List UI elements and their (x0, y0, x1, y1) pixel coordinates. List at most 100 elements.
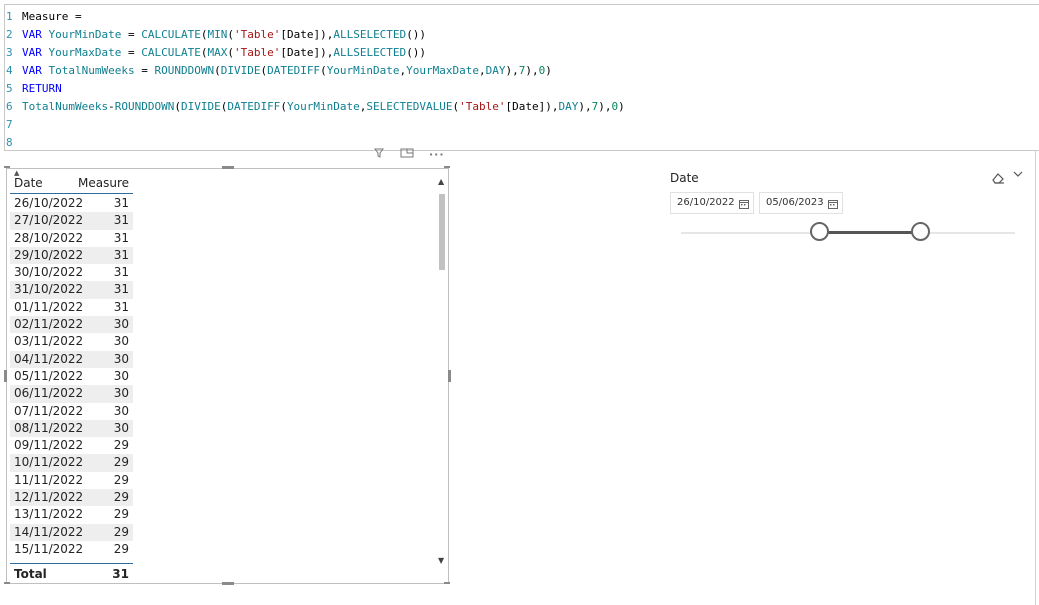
code-text: RETURN (22, 82, 62, 95)
cell-measure: 31 (113, 282, 129, 297)
table-row[interactable]: 30/10/2022 31 (10, 264, 133, 281)
canvas-divider (1035, 150, 1036, 605)
code-line[interactable]: 8 (5, 134, 22, 152)
cell-date: 28/10/2022 (14, 230, 84, 245)
slicer-title: Date (670, 171, 699, 185)
code-line[interactable]: 7 (5, 116, 22, 134)
cell-date: 09/11/2022 (14, 438, 84, 453)
cell-date: 31/10/2022 (14, 282, 84, 297)
scroll-down-icon[interactable]: ▼ (438, 556, 444, 565)
date-range-slider-selection (820, 231, 921, 234)
line-number: 5 (6, 82, 13, 95)
line-number: 2 (6, 28, 13, 41)
cell-measure: 31 (113, 196, 129, 210)
cell-date: 01/11/2022 (14, 299, 84, 314)
total-value: 31 (112, 567, 129, 581)
cell-date: 08/11/2022 (14, 420, 84, 435)
filter-icon[interactable] (374, 148, 384, 161)
cell-measure: 30 (113, 403, 129, 418)
cell-date: 06/11/2022 (14, 386, 84, 401)
cell-measure: 30 (113, 351, 129, 366)
cell-date: 27/10/2022 (14, 213, 84, 228)
end-date-field[interactable]: 05/06/2023 (759, 192, 843, 214)
slider-start-handle[interactable] (810, 222, 829, 241)
cell-measure: 30 (113, 317, 129, 332)
cell-date: 03/11/2022 (14, 334, 84, 349)
cell-date: 02/11/2022 (14, 317, 84, 332)
resize-handle-corner-tr[interactable] (444, 166, 450, 168)
table-row[interactable]: 08/11/2022 30 (10, 419, 133, 438)
code-line[interactable]: 3 VAR YourMaxDate = CALCULATE(MAX('Table'… (5, 44, 426, 62)
calendar-icon[interactable] (739, 197, 749, 209)
code-text: TotalNumWeeks-ROUNDDOWN(DIVIDE(DATEDIFF(… (22, 100, 625, 113)
cell-measure: 29 (113, 472, 129, 487)
cell-measure: 29 (113, 541, 129, 556)
line-number: 6 (6, 100, 13, 113)
table-row[interactable]: 26/10/2022 31 (10, 195, 133, 212)
cell-measure: 31 (113, 213, 129, 228)
code-line[interactable]: 1 Measure = (5, 8, 82, 26)
line-number: 1 (6, 10, 13, 23)
cell-date: 30/10/2022 (14, 265, 84, 280)
table-row[interactable]: 10/11/2022 29 (10, 454, 133, 472)
code-line[interactable]: 6 TotalNumWeeks-ROUNDDOWN(DIVIDE(DATEDIFF… (5, 98, 625, 116)
resize-handle-corner-br[interactable] (444, 582, 450, 584)
table-row[interactable]: 05/11/2022 30 (10, 368, 133, 385)
line-number: 3 (6, 46, 13, 59)
chevron-down-icon[interactable] (1013, 169, 1023, 182)
cell-measure: 31 (113, 265, 129, 280)
table-row[interactable]: 31/10/2022 31 (10, 281, 133, 299)
cell-measure: 31 (113, 230, 129, 245)
focus-mode-icon[interactable] (400, 148, 414, 161)
line-number: 4 (6, 64, 13, 77)
column-header-measure[interactable]: Measure (78, 176, 129, 190)
resize-handle-corner-tl[interactable] (4, 166, 10, 168)
resize-handle-right[interactable] (448, 370, 451, 382)
start-date-field[interactable]: 26/10/2022 (670, 192, 754, 214)
column-header-date[interactable]: Date (14, 176, 43, 190)
cell-date: 15/11/2022 (14, 541, 84, 556)
slider-end-handle[interactable] (911, 222, 930, 241)
scroll-up-icon[interactable]: ▲ (438, 177, 444, 186)
start-date-value: 26/10/2022 (677, 197, 735, 208)
table-row[interactable]: 12/11/2022 29 (10, 489, 133, 507)
code-line[interactable]: 5 RETURN (5, 80, 62, 98)
table-row[interactable]: 27/10/2022 31 (10, 212, 133, 230)
table-row[interactable]: 15/11/2022 29 (10, 541, 133, 558)
table-row[interactable]: 28/10/2022 31 (10, 230, 133, 247)
visual-header: ··· (374, 148, 457, 162)
cell-date: 12/11/2022 (14, 490, 84, 505)
table-scrollbar-thumb[interactable] (439, 194, 445, 270)
cell-measure: 30 (113, 420, 129, 435)
cell-measure: 29 (113, 524, 129, 539)
table-row[interactable]: 03/11/2022 30 (10, 333, 133, 350)
resize-handle-bottom[interactable] (222, 582, 234, 585)
table-row[interactable]: 11/11/2022 29 (10, 472, 133, 489)
table-row[interactable]: 09/11/2022 29 (10, 437, 133, 454)
end-date-value: 05/06/2023 (766, 197, 824, 208)
cell-date: 29/10/2022 (14, 247, 84, 262)
table-row[interactable]: 02/11/2022 30 (10, 316, 133, 334)
table-row[interactable]: 29/10/2022 31 (10, 246, 133, 265)
more-options-icon[interactable]: ··· (429, 148, 445, 161)
code-text: VAR TotalNumWeeks = ROUNDDOWN(DIVIDE(DAT… (22, 64, 552, 77)
cell-date: 10/11/2022 (14, 455, 84, 470)
cell-date: 05/11/2022 (14, 368, 84, 383)
total-label: Total (14, 567, 47, 581)
resize-handle-top[interactable] (222, 166, 234, 169)
table-row[interactable]: 14/11/2022 29 (10, 523, 133, 541)
table-row[interactable]: 01/11/2022 31 (10, 299, 133, 316)
eraser-icon[interactable] (991, 170, 1005, 184)
code-line[interactable]: 4 VAR TotalNumWeeks = ROUNDDOWN(DIVIDE(DA… (5, 62, 552, 80)
table-row[interactable]: 13/11/2022 29 (10, 506, 133, 523)
dax-formula-editor[interactable]: 1 Measure = 2 VAR YourMinDate = CALCULATE(M… (4, 4, 1039, 151)
table-row[interactable]: 04/11/2022 30 (10, 350, 133, 368)
table-row[interactable]: 06/11/2022 30 (10, 385, 133, 403)
code-line[interactable]: 2 VAR YourMinDate = CALCULATE(MIN('Table'… (5, 26, 426, 44)
cell-date: 07/11/2022 (14, 403, 84, 418)
cell-measure: 31 (113, 247, 129, 262)
calendar-icon[interactable] (828, 197, 838, 209)
cell-measure: 29 (113, 490, 129, 505)
table-row[interactable]: 07/11/2022 30 (10, 403, 133, 420)
resize-handle-left[interactable] (4, 370, 7, 382)
